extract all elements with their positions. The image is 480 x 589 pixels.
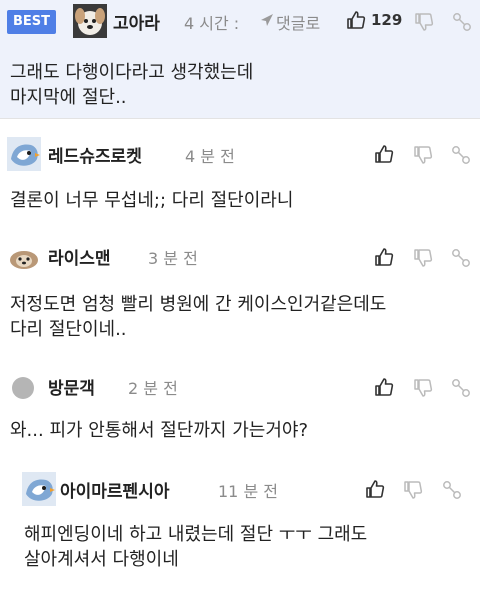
comment-text: 와... 피가 안통해서 절단까지 가는거야?: [10, 418, 475, 443]
comment: 라이스맨 3 분 전 저정도면 엄청 빨리 병원에 간 케이스인거같은데도 다리…: [0, 228, 480, 360]
comment-text: 해피엔딩이네 하고 내렸는데 절단 ㅜㅜ 그래도 살아계셔서 다행이네: [24, 522, 480, 572]
comment: 방문객 2 분 전 와... 피가 안통해서 절단까지 가는거야?: [0, 360, 480, 460]
comment: 레드슈즈로켓 4 분 전 결론이 너무 무섭네;; 다리 절단이라니: [0, 120, 480, 228]
comment-nickname[interactable]: 레드슈즈로켓: [48, 142, 142, 167]
thumbs-down-icon[interactable]: [413, 11, 435, 33]
thumbs-up-icon[interactable]: [373, 143, 395, 165]
comment-line: 해피엔딩이네 하고 내렸는데 절단 ㅜㅜ 그래도: [24, 524, 368, 545]
thumbs-up-icon[interactable]: [345, 9, 367, 31]
comment-text: 저정도면 엄청 빨리 병원에 간 케이스인거같은데도 다리 절단이네..: [10, 292, 475, 342]
comment-line: 저정도면 엄청 빨리 병원에 간 케이스인거같은데도: [10, 294, 387, 315]
comment-line: 그래도 다행이다라고 생각했는데: [10, 62, 254, 83]
comment-time: 11 분 전: [218, 482, 278, 501]
comment-line: 다리 절단이네..: [10, 319, 127, 340]
avatar-bird-icon[interactable]: [22, 472, 56, 506]
avatar-bird-icon[interactable]: [7, 137, 41, 171]
comment-reply: 아이마르펜시아 11 분 전 해피엔딩이네 하고 내렸는데 절단 ㅜㅜ 그래도 …: [0, 460, 480, 589]
comment-nickname[interactable]: 아이마르펜시아: [60, 477, 169, 502]
share-icon[interactable]: [441, 479, 463, 501]
comment-nickname[interactable]: 방문객: [48, 374, 95, 399]
share-icon[interactable]: [451, 11, 473, 33]
comment-time: 4 시간 :: [184, 14, 240, 33]
reply-button[interactable]: 댓글로: [276, 10, 320, 34]
thumbs-down-icon[interactable]: [412, 247, 434, 269]
best-badge: BEST: [7, 10, 57, 34]
like-count: 129: [371, 11, 403, 29]
avatar-puppy-icon[interactable]: [7, 240, 41, 274]
comment-line: 와... 피가 안통해서 절단까지 가는거야?: [10, 420, 309, 441]
thumbs-down-icon[interactable]: [412, 377, 434, 399]
comment-nickname[interactable]: 라이스맨: [48, 244, 111, 269]
comment-text: 결론이 너무 무섭네;; 다리 절단이라니: [10, 188, 475, 213]
comment-time: 3 분 전: [148, 249, 198, 268]
comment-text: 그래도 다행이다라고 생각했는데 마지막에 절단..: [10, 60, 475, 110]
thumbs-up-icon[interactable]: [373, 376, 395, 398]
comment-time: 2 분 전: [128, 379, 178, 398]
thumbs-up-icon[interactable]: [373, 246, 395, 268]
avatar-dog-icon[interactable]: [73, 4, 107, 38]
comment-time: 4 분 전: [185, 147, 235, 166]
comment-line: 마지막에 절단..: [10, 87, 127, 108]
share-icon[interactable]: [450, 144, 472, 166]
avatar-default-icon[interactable]: [10, 375, 36, 401]
share-icon[interactable]: [450, 377, 472, 399]
share-icon[interactable]: [450, 247, 472, 269]
divider: [0, 118, 480, 119]
thumbs-up-icon[interactable]: [364, 478, 386, 500]
reply-arrow-icon: [259, 12, 275, 28]
comment-line: 살아계셔서 다행이네: [24, 549, 179, 570]
comment-line: 결론이 너무 무섭네;; 다리 절단이라니: [10, 190, 294, 211]
thumbs-down-icon[interactable]: [412, 144, 434, 166]
comment-nickname[interactable]: 고아라: [113, 9, 160, 34]
thumbs-down-icon[interactable]: [402, 479, 424, 501]
comment-best: BEST 고아라 4 시간 : 댓글로 129 그래도 다행이다라고 생각했는데…: [0, 0, 480, 118]
